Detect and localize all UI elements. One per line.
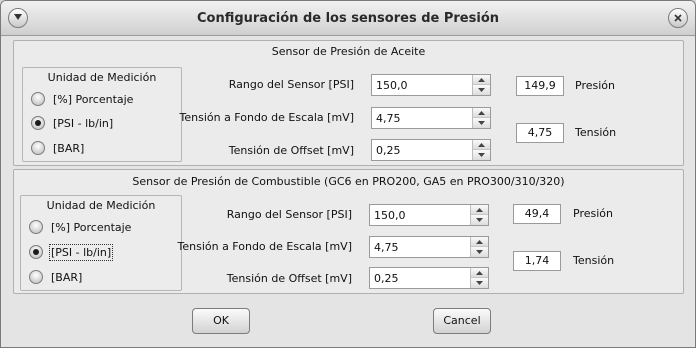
fuel-range-label: Rango del Sensor [PSI] xyxy=(226,208,352,221)
fuel-pressure-readout: 49,4 xyxy=(513,204,561,224)
oil-pressure-readout: 149,9 xyxy=(516,76,564,96)
fuel-offset-spinbox[interactable] xyxy=(369,267,489,289)
oil-offset-input[interactable] xyxy=(372,140,473,160)
oil-voltage-label: Tensión xyxy=(575,126,617,139)
radio-button[interactable] xyxy=(31,141,45,155)
arrow-down-icon xyxy=(478,88,485,92)
spin-down-button[interactable] xyxy=(473,118,490,128)
radio-button[interactable] xyxy=(29,270,43,284)
oil-offset-label: Tensión de Offset [mV] xyxy=(228,144,354,157)
oil-voltage-readout: 4,75 xyxy=(516,123,564,143)
fuel-fullscale-input[interactable] xyxy=(370,237,471,257)
arrow-down-icon xyxy=(476,250,483,254)
spin-down-button[interactable] xyxy=(471,278,488,288)
spin-down-button[interactable] xyxy=(473,85,490,95)
fuel-range-spinbox[interactable] xyxy=(369,204,489,226)
arrow-down-icon xyxy=(476,218,483,222)
arrow-up-icon xyxy=(476,240,483,244)
arrow-up-icon xyxy=(478,111,485,115)
oil-fullscale-spinbox[interactable] xyxy=(371,107,491,129)
dialog-window: Configuración de los sensores de Presión… xyxy=(0,0,696,348)
oil-range-label: Rango del Sensor [PSI] xyxy=(228,78,354,91)
fuel-panel-title: Sensor de Presión de Combustible (GC6 en… xyxy=(132,175,565,188)
oil-fullscale-label: Tensión a Fondo de Escala [mV] xyxy=(179,111,355,124)
fuel-radio-percent[interactable]: [%] Porcentaje xyxy=(29,218,131,236)
fuel-offset-label: Tensión de Offset [mV] xyxy=(226,272,352,285)
arrow-up-icon xyxy=(478,143,485,147)
fuel-fullscale-label: Tensión a Fondo de Escala [mV] xyxy=(177,240,353,253)
radio-label: [PSI - lb/in] xyxy=(53,116,114,130)
close-icon xyxy=(674,14,682,22)
close-button[interactable] xyxy=(668,8,688,28)
spin-down-button[interactable] xyxy=(473,150,490,160)
radio-button[interactable] xyxy=(31,92,45,106)
radio-button[interactable] xyxy=(29,220,43,234)
title-bar: Configuración de los sensores de Presión xyxy=(1,1,695,36)
ok-button[interactable]: OK xyxy=(192,308,250,334)
spin-up-button[interactable] xyxy=(473,108,490,118)
radio-label: [BAR] xyxy=(53,141,85,155)
fuel-pressure-label: Presión xyxy=(573,207,613,220)
fuel-voltage-readout: 1,74 xyxy=(513,251,561,271)
oil-panel-title: Sensor de Presión de Aceite xyxy=(271,45,426,58)
arrow-up-icon xyxy=(476,271,483,275)
fuel-sensor-panel: Sensor de Presión de Combustible (GC6 en… xyxy=(13,169,684,294)
arrow-down-icon xyxy=(478,153,485,157)
oil-radio-percent[interactable]: [%] Porcentaje xyxy=(31,90,133,108)
spin-up-button[interactable] xyxy=(471,268,488,278)
oil-radio-psi[interactable]: [PSI - lb/in] xyxy=(31,114,113,132)
oil-fullscale-input[interactable] xyxy=(372,108,473,128)
fuel-range-input[interactable] xyxy=(370,205,471,225)
oil-offset-spinbox[interactable] xyxy=(371,139,491,161)
fuel-offset-input[interactable] xyxy=(370,268,471,288)
radio-button[interactable] xyxy=(31,116,45,130)
arrow-up-icon xyxy=(478,78,485,82)
fuel-voltage-label: Tensión xyxy=(573,254,615,267)
oil-radio-bar[interactable]: [BAR] xyxy=(31,139,84,157)
radio-label: [%] Porcentaje xyxy=(51,220,132,234)
spin-down-button[interactable] xyxy=(471,247,488,257)
arrow-down-icon xyxy=(478,121,485,125)
spin-up-button[interactable] xyxy=(471,237,488,247)
fuel-fullscale-spinbox[interactable] xyxy=(369,236,489,258)
oil-sensor-panel: Sensor de Presión de Aceite Unidad de Me… xyxy=(13,40,684,166)
radio-label: [%] Porcentaje xyxy=(53,92,134,106)
radio-button[interactable] xyxy=(29,245,43,259)
cancel-button[interactable]: Cancel xyxy=(433,308,491,334)
oil-range-spinbox[interactable] xyxy=(371,74,491,96)
radio-label: [BAR] xyxy=(51,270,83,284)
spin-up-button[interactable] xyxy=(471,205,488,215)
oil-pressure-label: Presión xyxy=(575,79,615,92)
spin-down-button[interactable] xyxy=(471,215,488,225)
oil-range-input[interactable] xyxy=(372,75,473,95)
spin-up-button[interactable] xyxy=(473,140,490,150)
arrow-down-icon xyxy=(476,281,483,285)
radio-label: [PSI - lb/in] xyxy=(48,243,114,261)
spin-up-button[interactable] xyxy=(473,75,490,85)
window-title: Configuración de los sensores de Presión xyxy=(196,11,500,26)
arrow-up-icon xyxy=(476,208,483,212)
fuel-radio-bar[interactable]: [BAR] xyxy=(29,268,82,286)
fuel-radio-psi[interactable]: [PSI - lb/in] xyxy=(29,243,114,261)
